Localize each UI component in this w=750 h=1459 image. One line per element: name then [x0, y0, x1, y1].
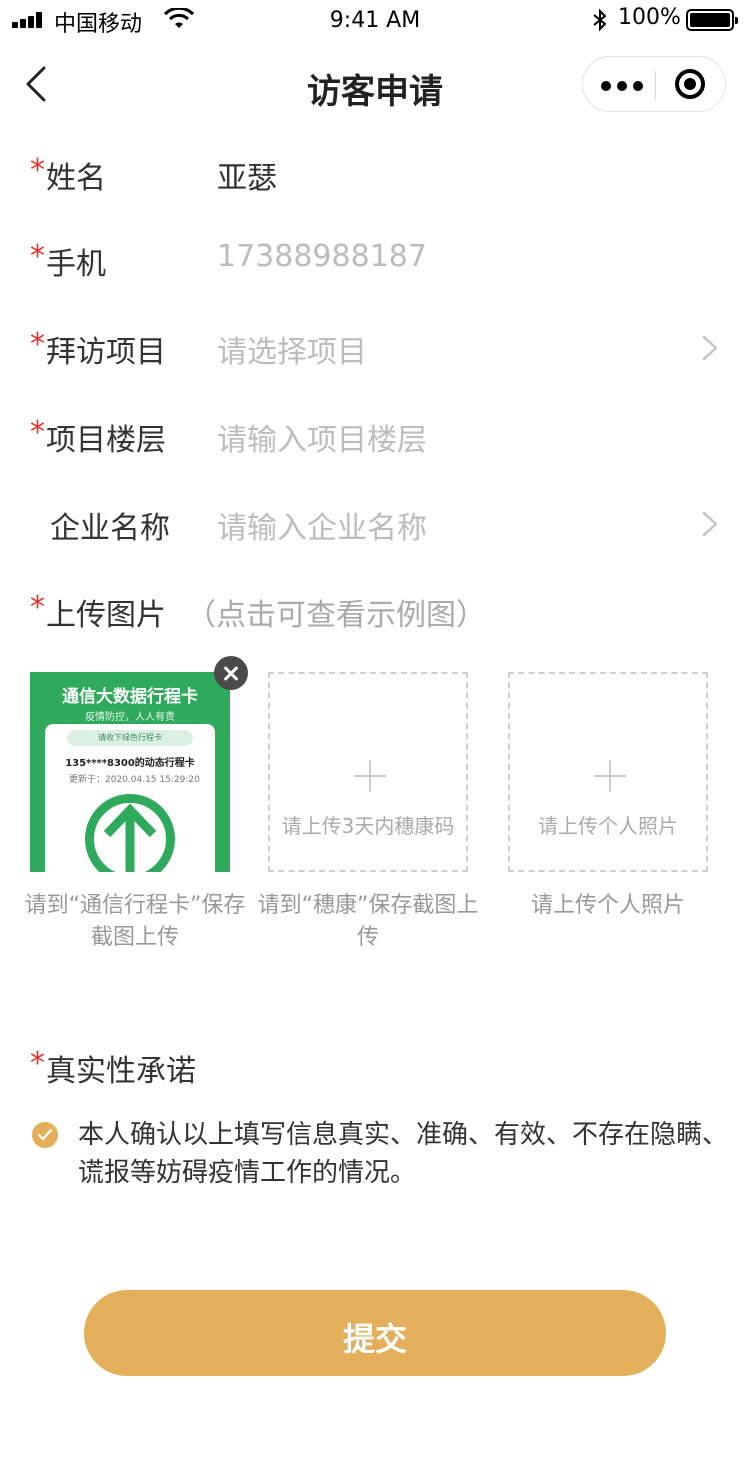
remove-image-button[interactable]	[214, 656, 248, 690]
phone-label: 手机	[46, 247, 106, 282]
view-example-link[interactable]: （点击可查看示例图）	[186, 590, 486, 634]
floor-row[interactable]: * 项目楼层 请输入项目楼层	[0, 405, 750, 465]
required-mark: *	[30, 327, 45, 362]
nav-bar: 访客申请	[0, 48, 750, 124]
slot-text: 请上传3天内穗康码	[281, 814, 455, 838]
name-row[interactable]: * 姓名 亚瑟	[0, 143, 750, 203]
thumb-title: 通信大数据行程卡	[62, 687, 198, 707]
commitment-text: 本人确认以上填写信息真实、准确、有效、不存在隐瞒、谎报等妨碍疫情工作的情况。	[78, 1120, 729, 1188]
battery-percent: 100%	[618, 5, 681, 30]
required-mark: *	[30, 590, 45, 625]
phone-row[interactable]: * 手机 17388988187	[0, 229, 750, 289]
upload-section-title: * 上传图片 （点击可查看示例图）	[0, 580, 750, 640]
company-input[interactable]: 请输入企业名称	[217, 503, 427, 547]
more-button[interactable]	[583, 57, 655, 113]
floor-label: 项目楼层	[46, 423, 166, 458]
commitment-label: 真实性承诺	[46, 1054, 196, 1089]
submit-button[interactable]: 提交	[84, 1290, 666, 1376]
upload-caption-2: 请到“穗康”保存截图上传	[257, 893, 479, 950]
slot-text: 请上传个人照片	[538, 814, 678, 838]
upload-label: 上传图片	[46, 598, 166, 633]
name-field[interactable]: 亚瑟	[217, 153, 277, 197]
commitment-checkbox[interactable]	[32, 1122, 58, 1148]
uploaded-trip-card-image[interactable]: 通信大数据行程卡 疫情防控，人人有责 请收下绿色行程卡 135****8300的…	[30, 672, 230, 872]
upload-caption-1: 请到“通信行程卡”保存截图上传	[24, 893, 246, 950]
company-row[interactable]: 企业名称 请输入企业名称	[0, 493, 750, 553]
check-icon	[37, 1128, 53, 1141]
project-row[interactable]: * 拜访项目 请选择项目	[0, 317, 750, 377]
close-miniapp-button[interactable]	[655, 57, 727, 113]
thumb-subtitle: 疫情防控，人人有责	[85, 712, 175, 723]
required-mark: *	[30, 153, 45, 188]
required-mark: *	[30, 239, 45, 274]
phone-field[interactable]: 17388988187	[217, 239, 427, 274]
chevron-right-icon	[702, 335, 718, 361]
upload-photo-slot[interactable]: 请上传个人照片	[508, 672, 708, 872]
name-label: 姓名	[46, 161, 106, 196]
project-select[interactable]: 请选择项目	[217, 327, 367, 371]
thumb-pill: 请收下绿色行程卡	[67, 730, 193, 746]
submit-label: 提交	[342, 1321, 407, 1357]
miniapp-capsule	[582, 56, 726, 112]
upload-health-code-slot[interactable]: 请上传3天内穗康码	[268, 672, 468, 872]
plus-icon	[594, 760, 626, 792]
arrow-up-icon	[103, 803, 157, 872]
bluetooth-icon	[592, 8, 608, 38]
thumb-updated: 更新于：2020.04.15 15:29:20	[69, 775, 200, 785]
status-bar: 中国移动 9:41 AM 100%	[0, 0, 750, 40]
required-mark: *	[30, 415, 45, 450]
commitment-title: * 真实性承诺	[0, 1036, 750, 1096]
thumb-card: 请收下绿色行程卡 135****8300的动态行程卡 更新于：2020.04.1…	[45, 724, 215, 872]
chevron-right-icon	[702, 511, 718, 537]
upload-caption-3: 请上传个人照片	[530, 893, 685, 918]
project-label: 拜访项目	[46, 335, 166, 370]
battery-icon	[686, 9, 738, 31]
floor-input[interactable]: 请输入项目楼层	[217, 415, 427, 459]
required-mark: *	[30, 1046, 45, 1081]
company-label: 企业名称	[50, 511, 170, 546]
plus-icon	[354, 760, 386, 792]
thumb-number: 135****8300的动态行程卡	[65, 758, 195, 769]
more-dots-icon	[601, 81, 611, 91]
